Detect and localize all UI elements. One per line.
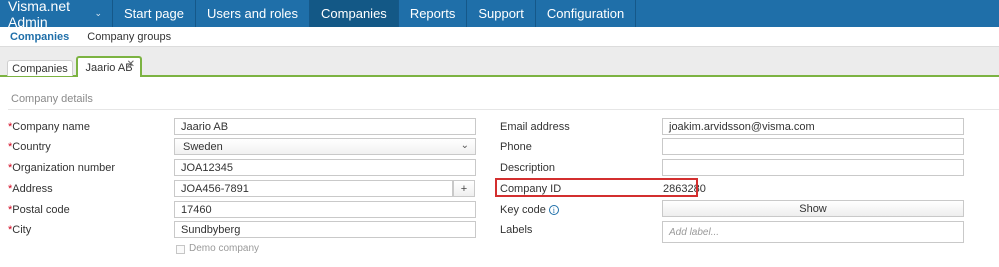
nav-support[interactable]: Support	[467, 0, 536, 27]
company-name-label: *Company name	[8, 121, 90, 133]
labels-label: Labels	[500, 224, 533, 236]
field-label-text: Key code	[500, 204, 546, 216]
info-icon[interactable]: i	[548, 205, 559, 216]
nav-users-and-roles[interactable]: Users and roles	[196, 0, 311, 27]
tab-label: Jaario AB	[85, 61, 133, 74]
top-navigation-bar: Visma.net Admin ⌄ Start page Users and r…	[0, 0, 999, 30]
description-label: Description	[500, 162, 556, 174]
company-name-input[interactable]: Jaario AB	[174, 118, 476, 135]
city-input[interactable]: Sundbyberg	[174, 221, 476, 238]
field-label-text: City	[12, 224, 32, 236]
app-brand-label: Visma.net Admin	[8, 0, 70, 30]
section-title: Company details	[11, 93, 93, 105]
organization-number-label: *Organization number	[8, 162, 115, 174]
organization-number-input[interactable]: JOA12345	[174, 159, 476, 176]
tab-bar-underline	[0, 75, 999, 77]
field-label-text: Organization number	[12, 162, 116, 174]
country-label: *Country	[8, 141, 51, 153]
country-select[interactable]: Sweden ⌄	[174, 138, 476, 155]
field-label-text: Address	[12, 183, 53, 195]
divider	[8, 109, 999, 110]
email-address-label: Email address	[500, 121, 570, 133]
city-label: *City	[8, 224, 31, 236]
field-label-text: Country	[12, 141, 51, 153]
tab-companies[interactable]: Companies	[7, 60, 73, 76]
sub-navigation: Companies Company groups	[0, 27, 999, 46]
postal-code-input[interactable]: 17460	[174, 201, 476, 218]
chevron-down-icon: ⌄	[94, 8, 102, 18]
show-key-code-button[interactable]: Show	[662, 200, 964, 217]
field-label-text: Company name	[12, 121, 90, 133]
country-selected-value: Sweden	[183, 140, 223, 153]
subnav-company-groups[interactable]: Company groups	[87, 31, 171, 43]
nav-reports[interactable]: Reports	[399, 0, 468, 27]
address-label: *Address	[8, 183, 53, 195]
tab-label: Companies	[12, 62, 68, 75]
close-icon[interactable]: ✕	[127, 59, 135, 70]
chevron-down-icon: ⌄	[460, 140, 469, 151]
labels-input[interactable]: Add label...	[662, 221, 964, 243]
demo-company-label: Demo company	[189, 243, 260, 254]
nav-start-page[interactable]: Start page	[113, 0, 196, 27]
company-id-highlight	[495, 178, 698, 197]
tab-bar	[0, 46, 999, 76]
demo-company-checkbox[interactable]	[176, 245, 185, 254]
subnav-companies[interactable]: Companies	[10, 31, 69, 43]
tab-jaario-ab[interactable]: Jaario AB ✕	[76, 56, 142, 77]
nav-companies[interactable]: Companies	[310, 0, 399, 27]
key-code-label: Key code i	[500, 204, 559, 216]
nav-configuration[interactable]: Configuration	[536, 0, 637, 27]
field-label-text: Postal code	[12, 204, 70, 216]
description-input[interactable]	[662, 159, 964, 176]
app-brand-menu[interactable]: Visma.net Admin ⌄	[0, 0, 113, 30]
phone-label: Phone	[500, 141, 532, 153]
email-address-input[interactable]: joakim.arvidsson@visma.com	[662, 118, 964, 135]
phone-input[interactable]	[662, 138, 964, 155]
add-address-button[interactable]: +	[453, 180, 475, 197]
postal-code-label: *Postal code	[8, 204, 70, 216]
address-input[interactable]: JOA456-7891	[174, 180, 453, 197]
